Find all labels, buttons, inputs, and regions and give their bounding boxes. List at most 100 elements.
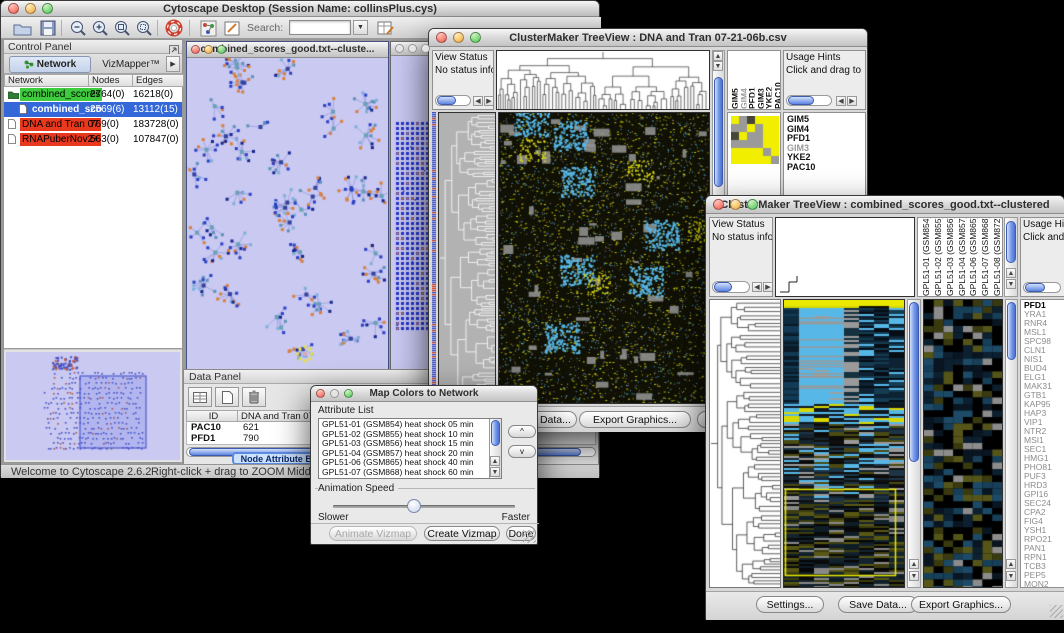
animate-vizmap-button[interactable]: Animate Vizmap [329,526,417,541]
tv2-hints-scrollbar[interactable] [1023,282,1061,293]
edges-col-header[interactable]: Edges [132,74,184,87]
tv1-gene-dendrogram[interactable] [438,112,496,404]
tab-overflow-button[interactable]: ▶ [166,56,180,72]
create-vizmap-button[interactable]: Create Vizmap [424,526,500,541]
move-up-button[interactable]: ^ [508,425,536,438]
attribute-item[interactable]: GPL51-07 (GSM868) heat shock 60 min [319,468,501,478]
settings-button[interactable]: Settings... [756,596,824,613]
slider-thumb[interactable] [407,499,421,513]
save-data-button[interactable]: Save Data... [838,596,918,613]
close-icon[interactable] [191,45,200,54]
scroll-left-arrow[interactable]: ◀ [473,96,483,106]
open-folder-icon[interactable] [11,19,33,37]
tv2-genes-scrollbar[interactable]: ▲ ▼ [1005,299,1018,588]
scroll-right-arrow[interactable]: ▶ [847,96,857,106]
tv2-gene-dendrogram[interactable] [709,299,781,588]
scroll-thumb[interactable] [437,96,456,105]
scroll-thumb[interactable] [1007,302,1016,360]
close-icon[interactable] [436,32,447,43]
tv1-status-scrollbar[interactable] [435,95,471,106]
tv1-heatmap[interactable] [498,112,710,404]
zoom-window-icon[interactable] [470,32,481,43]
birdseye-overview-canvas[interactable] [6,352,180,460]
zoom-fit-icon[interactable] [111,19,133,37]
gene-dendrogram-canvas[interactable] [439,113,495,403]
scroll-up-arrow[interactable]: ▲ [490,456,500,466]
tv2-status-scrollbar[interactable] [712,281,750,293]
network-col-header[interactable]: Network [4,74,89,87]
scroll-down-arrow[interactable]: ▼ [909,571,919,581]
scroll-down-arrow[interactable]: ▼ [490,467,500,477]
scroll-up-arrow[interactable]: ▲ [713,51,723,61]
scroll-thumb[interactable] [491,420,500,446]
network-row[interactable]: combined_sco2569(6)13112(15) [4,102,182,117]
tv2-zoom-heatmap[interactable] [923,299,1003,588]
move-down-button[interactable]: v [508,445,536,458]
search-input[interactable] [289,20,351,35]
scroll-thumb[interactable] [714,77,723,187]
zoom-window-icon[interactable] [747,199,758,210]
close-icon[interactable] [395,44,404,53]
export-graphics-button[interactable]: Export Graphics... [579,411,691,428]
gene-dendrogram-canvas[interactable] [710,300,780,587]
help-ring-icon[interactable] [163,19,185,37]
scroll-down-arrow[interactable]: ▼ [1006,571,1016,581]
scroll-thumb[interactable] [714,282,732,292]
tab-vizmapper[interactable]: VizMapper™ [96,56,166,73]
resize-grip[interactable] [1050,605,1063,618]
minimize-icon[interactable] [408,44,417,53]
animation-speed-slider[interactable] [333,505,515,508]
minimize-icon[interactable] [204,45,213,54]
network-view-canvas[interactable] [187,58,388,371]
export-graphics-button[interactable]: Export Graphics... [911,596,1011,613]
close-icon[interactable] [8,3,19,14]
scroll-down-arrow[interactable]: ▼ [713,61,723,71]
nodes-col-header[interactable]: Nodes [88,74,133,87]
resize-grip[interactable] [523,530,536,543]
attribute-list-scrollbar[interactable]: ▲ ▼ [489,419,501,478]
zoom-heatmap-canvas[interactable] [924,300,1002,587]
tv1-hints-scrollbar[interactable] [786,95,832,106]
network-row[interactable]: combined_scores2764(0)16218(0) [4,87,182,102]
tv2-heatmap-scrollbar[interactable]: ▲ ▼ [907,299,921,588]
scroll-thumb[interactable] [1006,221,1016,263]
tv2-labels-scrollbar[interactable]: ▲ ▼ [1004,217,1018,297]
main-titlebar[interactable]: Cytoscape Desktop (Session Name: collins… [1,1,599,17]
tv1-array-dendrogram[interactable] [496,50,710,110]
vizmap-shortcut-icon[interactable] [197,19,219,37]
zoom-out-icon[interactable] [67,19,89,37]
scroll-up-arrow[interactable]: ▲ [909,559,919,569]
scroll-down-arrow[interactable]: ▼ [1006,279,1016,289]
zoom-window-icon[interactable] [344,389,353,398]
zoom-window-icon[interactable] [217,45,226,54]
zoom-in-icon[interactable] [89,19,111,37]
gene-label[interactable]: MON2 [1021,580,1064,588]
minimize-icon[interactable] [453,32,464,43]
scroll-left-arrow[interactable]: ◀ [836,96,846,106]
scroll-right-arrow[interactable]: ▶ [763,282,773,292]
heatmap-canvas[interactable] [499,113,709,403]
scroll-right-arrow[interactable]: ▶ [484,96,494,106]
id-col-header[interactable]: ID [186,410,238,422]
scroll-up-arrow[interactable]: ▲ [1006,268,1016,278]
new-attribute-icon[interactable] [215,387,239,407]
minimize-icon[interactable] [25,3,36,14]
scroll-thumb[interactable] [1025,283,1045,292]
scroll-up-arrow[interactable]: ▲ [1006,559,1016,569]
search-dropdown[interactable]: ▼ [353,20,368,35]
tv2-heatmap[interactable] [783,299,905,588]
annotation-icon[interactable] [221,19,243,37]
array-dendrogram-canvas[interactable] [497,51,709,109]
gene-label[interactable]: PAC10 [784,163,865,173]
trash-icon[interactable] [242,387,266,407]
network-row[interactable]: RNAPuberNov2+563(0)107847(0) [4,132,182,147]
tab-network[interactable]: Network [9,56,91,73]
close-icon[interactable] [713,199,724,210]
network-row[interactable]: DNA and Tran 07769(0)183728(0) [4,117,182,132]
save-icon[interactable] [37,19,59,37]
zoom-window-icon[interactable] [421,44,430,53]
select-attributes-icon[interactable] [188,387,212,407]
scroll-left-arrow[interactable]: ◀ [752,282,762,292]
zoom-window-icon[interactable] [42,3,53,14]
scroll-thumb[interactable] [909,302,919,462]
